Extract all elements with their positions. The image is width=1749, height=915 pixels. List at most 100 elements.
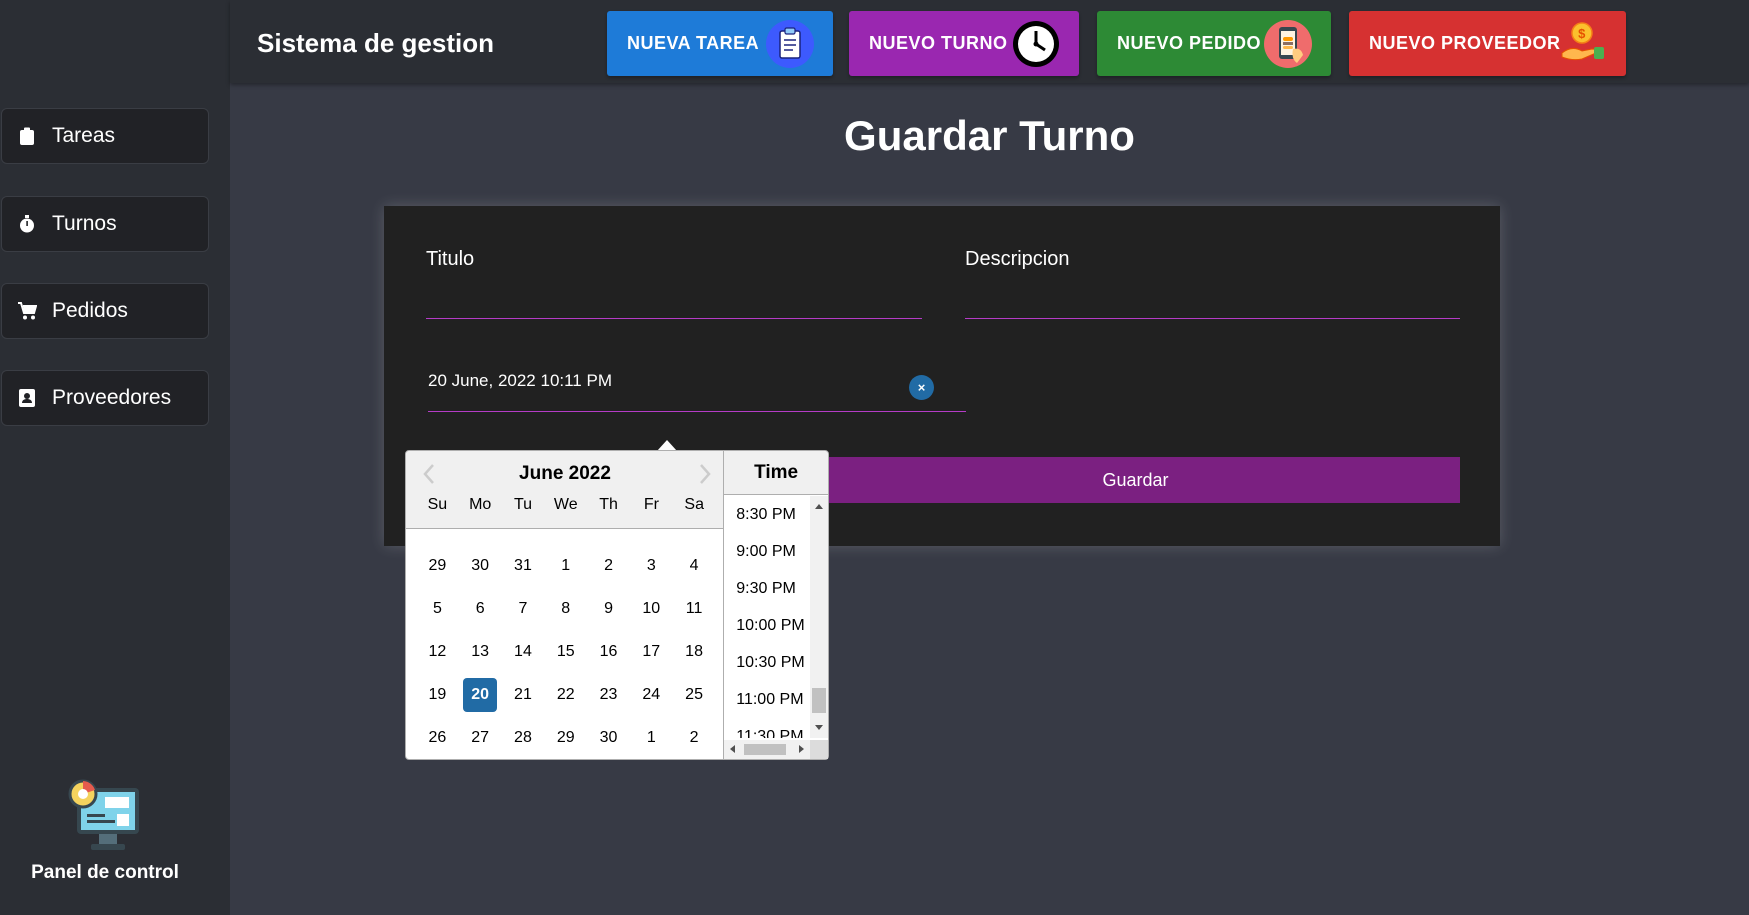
calendar-day[interactable]: 27 <box>463 721 497 755</box>
clipboard-icon <box>16 125 38 147</box>
scroll-thumb[interactable] <box>744 744 787 755</box>
titulo-input[interactable] <box>426 318 922 319</box>
calendar-day[interactable]: 13 <box>463 635 497 669</box>
clear-date-button[interactable]: × <box>909 375 934 400</box>
weekday-label: We <box>553 496 578 513</box>
calendar-day[interactable]: 28 <box>506 721 540 755</box>
calendar-day[interactable]: 5 <box>420 592 454 626</box>
next-month-button[interactable] <box>694 461 716 487</box>
calendar-day[interactable]: 25 <box>677 678 711 712</box>
guardar-button[interactable]: Guardar <box>811 457 1460 503</box>
sidebar-item-label: Pedidos <box>52 299 128 322</box>
calendar-week: 12 13 14 15 16 17 18 <box>416 630 715 673</box>
weekday-label: Tu <box>513 496 533 513</box>
fecha-input-underline <box>428 411 966 412</box>
time-option[interactable]: 11:30 PM <box>724 718 810 739</box>
calendar-week: 19 20 21 22 23 24 25 <box>416 673 715 716</box>
calendar-day[interactable]: 6 <box>463 592 497 626</box>
time-option[interactable]: 11:00 PM <box>724 681 810 718</box>
scroll-right-arrow[interactable] <box>799 745 805 753</box>
calendar-day[interactable]: 31 <box>506 549 540 583</box>
time-option[interactable]: 10:30 PM <box>724 644 810 681</box>
time-vertical-scrollbar[interactable] <box>810 496 828 738</box>
descripcion-label: Descripcion <box>965 248 1070 270</box>
nuevo-turno-button[interactable]: NUEVO TURNO <box>849 11 1079 76</box>
calendar-day[interactable]: 12 <box>420 635 454 669</box>
calendar-day[interactable]: 16 <box>592 635 626 669</box>
clipboard-icon <box>766 20 814 68</box>
descripcion-input[interactable] <box>965 318 1460 319</box>
sidebar-item-turnos[interactable]: Turnos <box>1 196 209 252</box>
calendar-days: 29 30 31 1 2 3 4 5 6 7 8 9 10 11 12 13 14 15 16 17 18 19 20 21 2… <box>416 544 715 759</box>
titulo-label: Titulo <box>426 248 475 270</box>
calendar-day[interactable]: 15 <box>549 635 583 669</box>
sidebar: Tareas Turnos Pedidos Proveedores Panel … <box>0 0 230 915</box>
header: Sistema de gestion NUEVA TAREA NUEVO TUR… <box>230 0 1749 83</box>
stopwatch-icon <box>16 213 38 235</box>
calendar-day[interactable]: 29 <box>420 549 454 583</box>
time-option[interactable]: 9:30 PM <box>724 570 810 607</box>
time-option[interactable]: 9:00 PM <box>724 533 810 570</box>
sidebar-item-pedidos[interactable]: Pedidos <box>1 283 209 339</box>
nuevo-pedido-label: NUEVO PEDIDO <box>1117 33 1262 53</box>
calendar-day[interactable]: 8 <box>549 592 583 626</box>
calendar-day[interactable]: 21 <box>506 678 540 712</box>
calendar-day[interactable]: 7 <box>506 592 540 626</box>
nueva-tarea-button[interactable]: NUEVA TAREA <box>607 11 833 76</box>
time-list[interactable]: 8:30 PM 9:00 PM 9:30 PM 10:00 PM 10:30 PM 11:… <box>724 496 810 739</box>
scrollbar-corner <box>810 740 828 759</box>
scroll-down-arrow[interactable] <box>815 725 823 730</box>
calendar-day[interactable]: 3 <box>634 549 668 583</box>
calendar: June 2022 Su Mo Tu We Th Fr Sa 29 30 31 1 2 3… <box>406 451 724 759</box>
time-header: Time <box>724 451 828 495</box>
calendar-day[interactable]: 1 <box>549 549 583 583</box>
phone-order-icon <box>1264 20 1312 68</box>
scroll-thumb[interactable] <box>812 688 826 713</box>
weekday-header: Su Mo Tu We Th Fr Sa <box>416 496 716 514</box>
calendar-day[interactable]: 9 <box>592 592 626 626</box>
calendar-day[interactable]: 2 <box>592 549 626 583</box>
nuevo-proveedor-button[interactable]: NUEVO PROVEEDOR $ <box>1349 11 1626 76</box>
calendar-day-selected[interactable]: 20 <box>463 677 498 712</box>
calendar-day[interactable]: 1 <box>634 721 668 755</box>
weekday-label: Sa <box>684 496 704 513</box>
sidebar-item-label: Tareas <box>52 124 116 147</box>
calendar-day[interactable]: 14 <box>506 635 540 669</box>
nueva-tarea-label: NUEVA TAREA <box>627 33 760 53</box>
scroll-left-arrow[interactable] <box>730 745 736 753</box>
calendar-day[interactable]: 11 <box>677 592 711 626</box>
calendar-day[interactable]: 30 <box>592 721 626 755</box>
fecha-input[interactable] <box>428 366 868 396</box>
calendar-day[interactable]: 10 <box>634 592 668 626</box>
current-month: June 2022 <box>519 463 611 484</box>
calendar-day[interactable]: 2 <box>677 721 711 755</box>
calendar-day[interactable]: 18 <box>677 635 711 669</box>
calendar-day[interactable]: 17 <box>634 635 668 669</box>
calendar-day[interactable]: 22 <box>549 678 583 712</box>
sidebar-item-tareas[interactable]: Tareas <box>1 108 209 164</box>
time-option[interactable]: 8:30 PM <box>724 496 810 533</box>
page-title: Guardar Turno <box>844 112 1135 159</box>
sidebar-item-label: Turnos <box>52 212 117 235</box>
time-option[interactable]: 10:00 PM <box>724 607 810 644</box>
calendar-day[interactable]: 23 <box>592 678 626 712</box>
weekday-label: Fr <box>643 496 659 513</box>
calendar-day[interactable]: 19 <box>420 678 454 712</box>
calendar-day[interactable]: 24 <box>634 678 668 712</box>
calendar-day[interactable]: 30 <box>463 549 497 583</box>
dashboard-monitor-icon <box>68 779 139 850</box>
nuevo-pedido-button[interactable]: NUEVO PEDIDO <box>1097 11 1331 76</box>
time-picker: Time 8:30 PM 9:00 PM 9:30 PM 10:00 PM 10:30 … <box>723 451 828 759</box>
calendar-day[interactable]: 26 <box>420 721 454 755</box>
calendar-day[interactable]: 29 <box>549 721 583 755</box>
calendar-day[interactable]: 4 <box>677 549 711 583</box>
sidebar-item-label: Proveedores <box>52 386 172 409</box>
scroll-up-arrow[interactable] <box>815 504 823 509</box>
time-horizontal-scrollbar[interactable] <box>724 740 811 759</box>
weekday-label: Th <box>599 496 618 513</box>
calendar-week: 29 30 31 1 2 3 4 <box>416 544 715 587</box>
weekday-label: Mo <box>469 496 492 513</box>
datepicker-popup: June 2022 Su Mo Tu We Th Fr Sa 29 30 31 1 2 3… <box>405 450 829 760</box>
sidebar-item-proveedores[interactable]: Proveedores <box>1 370 209 426</box>
panel-control-link[interactable]: Panel de control <box>0 776 210 884</box>
